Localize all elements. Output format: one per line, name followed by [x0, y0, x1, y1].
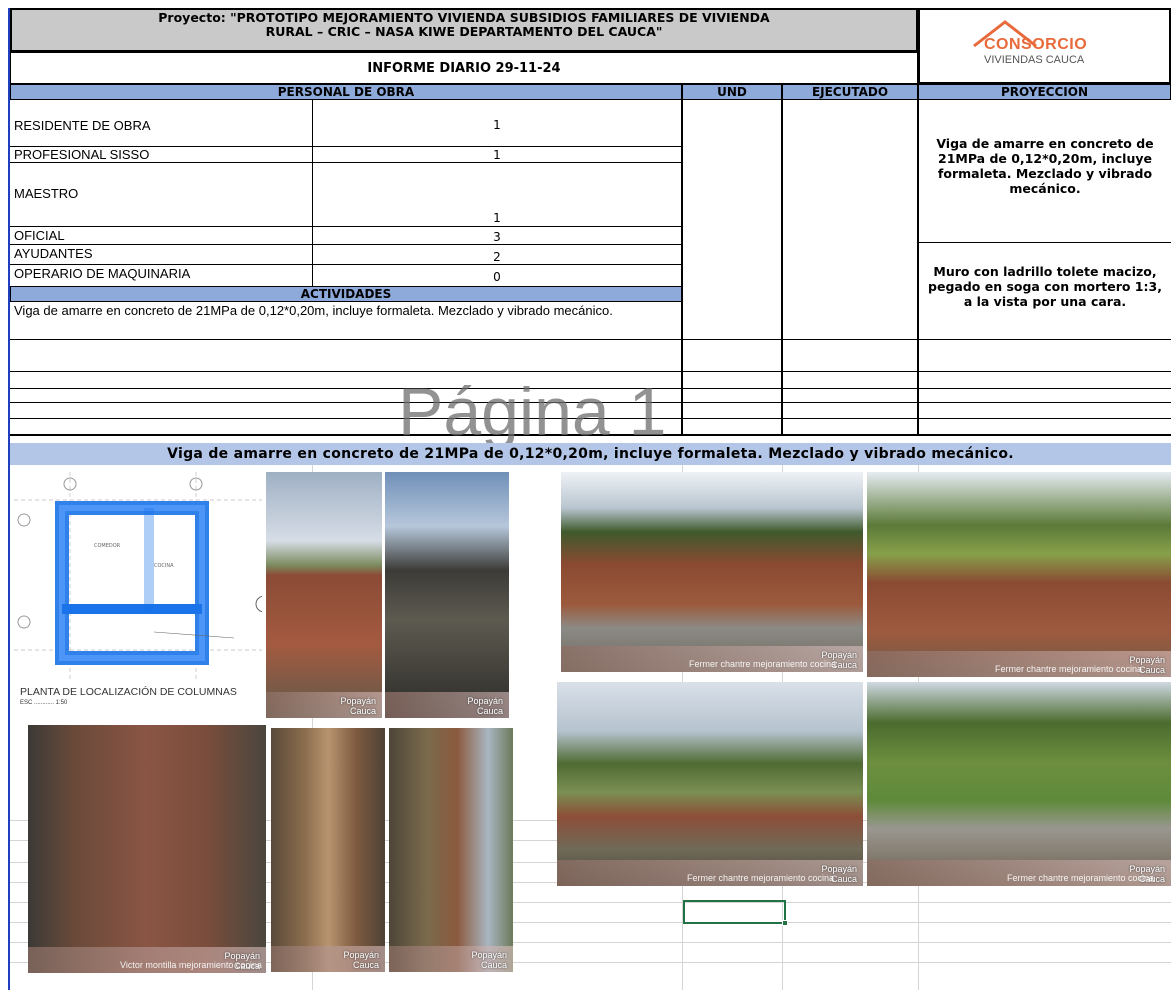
photo-caption: Fermer chantre mejoramiento cocina [1007, 873, 1155, 883]
personal-count-3: 1 [493, 211, 501, 225]
company-logo: CONSORCIO VIVIENDAS CAUCA [918, 8, 1171, 84]
personal-role-4: OFICIAL [14, 228, 65, 243]
site-photo: Popayán Cauca [389, 728, 513, 972]
site-photo: Popayán Cauca [271, 728, 385, 972]
row-line [10, 162, 682, 163]
photo-location: Popayán Cauca [343, 950, 379, 970]
personal-role-2: PROFESIONAL SISSO [14, 147, 150, 162]
svg-text:COCINA: COCINA [154, 563, 174, 569]
personal-count-1: 1 [493, 118, 501, 132]
personal-role-6: OPERARIO DE MAQUINARIA [14, 266, 191, 281]
logo-text-bottom: VIVIENDAS CAUCA [984, 54, 1085, 66]
site-photo: Popayán Cauca Victor montilla mejoramient… [28, 725, 266, 973]
project-title-line1: Proyecto: "PROTOTIPO MEJORAMIENTO VIVIEN… [158, 10, 770, 25]
site-photo: Popayán Cauca [266, 472, 382, 718]
photo-location-dept: Cauca [480, 960, 507, 970]
photo-location: Popayán Cauca [471, 950, 507, 970]
plan-svg: COMEDOR COCINA [14, 472, 262, 682]
photo-caption: Fermer chantre mejoramiento cocina [995, 664, 1143, 674]
plan-caption: PLANTA DE LOCALIZACIÓN DE COLUMNAS [20, 686, 237, 698]
divider [917, 100, 919, 436]
divider [681, 100, 683, 436]
personal-count-6: 0 [493, 270, 501, 284]
photos-title: Viga de amarre en concreto de 21MPa de 0… [10, 443, 1171, 465]
proyeccion-2: Muro con ladrillo tolete macizo, pegado … [928, 264, 1162, 309]
site-photo: Popayán Cauca Fermer chantre mejoramiento… [557, 682, 863, 886]
photo-caption: Victor montilla mejoramiento cocina [120, 960, 262, 970]
photo-location-city: Popayán [343, 950, 379, 960]
header-proyeccion: PROYECCION [918, 84, 1171, 100]
header-und: UND [682, 84, 782, 100]
personal-role-5: AYUDANTES [14, 246, 93, 261]
row-line [10, 264, 682, 265]
plan-scale: ESC ............ 1:50 [20, 700, 68, 706]
photo-location-dept: Cauca [349, 706, 376, 716]
project-title: Proyecto: "PROTOTIPO MEJORAMIENTO VIVIEN… [10, 8, 918, 52]
row-line [10, 371, 1171, 372]
project-title-line2: RURAL – CRIC – NASA KIWE DEPARTAMENTO DE… [265, 24, 663, 39]
logo-text-top: CONSORCIO [984, 36, 1088, 53]
column-plan-drawing: COMEDOR COCINA PLANTA DE LOCALIZACIÓN DE… [14, 472, 262, 718]
header-personal-de-obra: PERSONAL DE OBRA [10, 84, 682, 100]
photo-location-city: Popayán [340, 696, 376, 706]
site-photo: Popayán Cauca Fermer chantre mejoramiento… [867, 472, 1171, 677]
personal-role-3: MAESTRO [14, 186, 79, 201]
site-photo: Popayán Cauca [385, 472, 509, 718]
row-line [10, 226, 682, 227]
selected-cell[interactable] [683, 900, 786, 924]
photo-location-city: Popayán [467, 696, 503, 706]
report-date: INFORME DIARIO 29-11-24 [10, 52, 918, 84]
photo-caption: Fermer chantre mejoramiento cocina [689, 659, 837, 669]
header-ejecutado: EJECUTADO [782, 84, 918, 100]
personal-count-4: 3 [493, 230, 501, 244]
site-photo: Popayán Cauca Fermer chantre mejoramiento… [867, 682, 1171, 886]
photo-location-dept: Cauca [476, 706, 503, 716]
row-line [10, 339, 1171, 340]
header-actividades: ACTIVIDADES [10, 286, 682, 302]
photo-location: Popayán Cauca [340, 696, 376, 716]
photo-caption: Fermer chantre mejoramiento cocina [687, 873, 835, 883]
personal-count-5: 2 [493, 250, 501, 264]
personal-role-1: RESIDENTE DE OBRA [14, 118, 151, 133]
row-line [918, 242, 1171, 243]
site-photo: Popayán Cauca Fermer chantre mejoramiento… [561, 472, 863, 672]
row-line [10, 244, 682, 245]
svg-text:COMEDOR: COMEDOR [94, 543, 121, 549]
divider [781, 100, 783, 436]
fill-handle[interactable] [782, 920, 788, 926]
personal-count-2: 1 [493, 148, 501, 162]
photo-location-dept: Cauca [352, 960, 379, 970]
photo-location-city: Popayán [471, 950, 507, 960]
proyeccion-1: Viga de amarre en concreto de 21MPa de 0… [936, 136, 1154, 196]
actividad-text: Viga de amarre en concreto de 21MPa de 0… [14, 303, 613, 318]
photo-location: Popayán Cauca [467, 696, 503, 716]
